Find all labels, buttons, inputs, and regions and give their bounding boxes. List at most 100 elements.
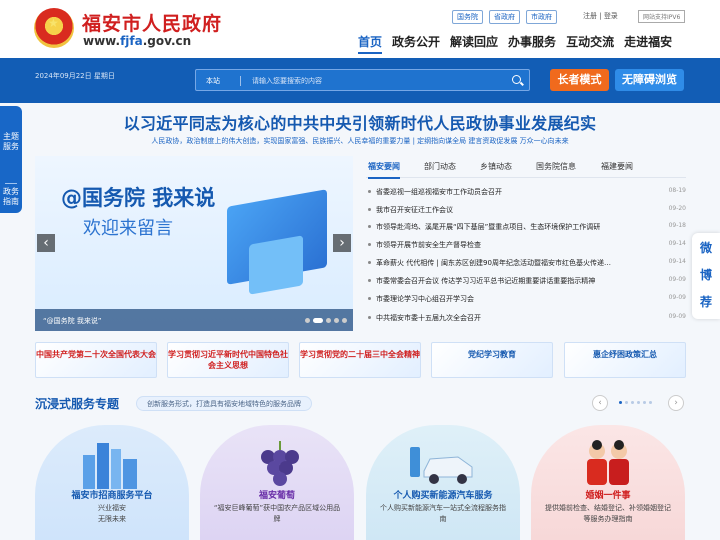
- slider-dot-active[interactable]: [313, 318, 323, 323]
- nav-home[interactable]: 首页: [358, 33, 383, 54]
- news-item[interactable]: 市委理论学习中心组召开学习会 09-09: [366, 291, 686, 308]
- topic-card-xi-thought[interactable]: 学习贯彻习近平新时代中国特色社会主义思想: [167, 342, 289, 378]
- pager-dot-active[interactable]: [619, 401, 622, 404]
- pager-dot[interactable]: [649, 401, 652, 404]
- slide-caption[interactable]: “@国务院 我来说”: [43, 316, 101, 326]
- headline[interactable]: 以习近平同志为核心的中共中央引领新时代人民政协事业发展纪实: [0, 110, 720, 134]
- news-date: 09-09: [668, 313, 686, 320]
- news-date: 08-19: [668, 187, 686, 194]
- news-title[interactable]: 市领导开展节前安全生产督导检查: [376, 240, 658, 250]
- news-title[interactable]: 市委常委会召开会议 传达学习习近平总书记近期重要讲话重要指示精神: [376, 276, 658, 286]
- site-title[interactable]: 福安市人民政府: [82, 9, 222, 36]
- slider-next-button[interactable]: ›: [333, 234, 351, 252]
- news-slider[interactable]: @国务院 我来说 欢迎来留言 ‹ › “@国务院 我来说”: [35, 156, 353, 331]
- nav-interaction[interactable]: 互动交流: [566, 33, 614, 54]
- pager-dot[interactable]: [643, 401, 646, 404]
- news-date: 09-09: [668, 294, 686, 301]
- news-item[interactable]: 我市召开安征迁工作会议 09-20: [366, 202, 686, 219]
- topic-card-party-discipline[interactable]: 党纪学习教育: [431, 342, 553, 378]
- tab-town-news[interactable]: 乡镇动态: [480, 161, 512, 172]
- news-title[interactable]: 中共福安市委十五届九次全会召开: [376, 313, 658, 323]
- service-card-marriage[interactable]: 婚姻一件事 提供婚前检查、结婚登记、补领婚姻登记等服务办理指南: [531, 425, 685, 540]
- news-title[interactable]: 我市召开安征迁工作会议: [376, 205, 658, 215]
- link-province-gov[interactable]: 省政府: [489, 10, 520, 24]
- slider-dot[interactable]: [334, 318, 339, 323]
- tab-dept-news[interactable]: 部门动态: [424, 161, 456, 172]
- tab-fuan-news[interactable]: 福安要闻: [368, 161, 400, 179]
- search-box[interactable]: 本站 请输入您要搜索的内容: [195, 69, 530, 91]
- tab-fujian-news[interactable]: 福建要闻: [601, 161, 633, 172]
- subheadline[interactable]: 人民政协，政治制度上的伟大创造，实现国家富强、民族振兴、人民幸福的重要力量 | …: [0, 136, 720, 146]
- service-desc: 提供婚前检查、结婚登记、补领婚姻登记等服务办理指南: [545, 504, 671, 523]
- slide-title: @国务院 我来说: [61, 186, 216, 210]
- wechat-icon[interactable]: 微: [697, 239, 715, 257]
- news-title[interactable]: 革命薪火 代代相传 | 闽东苏区创建90周年纪念活动暨福安市红色基火传递…: [376, 258, 658, 268]
- slider-dot[interactable]: [326, 318, 331, 323]
- weibo-icon[interactable]: 博: [697, 266, 715, 284]
- url-main: fjfa: [120, 34, 143, 48]
- services-section-title: 沉浸式服务专题: [35, 397, 120, 411]
- gov-guide-link[interactable]: 政务指南: [3, 187, 19, 207]
- topic-card-third-plenum[interactable]: 学习贯彻党的二十届三中全会精神: [299, 342, 421, 378]
- service-card-investment[interactable]: 福安市招商服务平台 兴业福安 无限未来: [35, 425, 189, 540]
- news-date: 09-14: [668, 258, 686, 265]
- search-scope-select[interactable]: 本站: [206, 76, 220, 86]
- slider-dot[interactable]: [342, 318, 347, 323]
- news-tabs: 福安要闻 部门动态 乡镇动态 国务院信息 福建要闻: [366, 156, 686, 179]
- services-next-button[interactable]: ›: [668, 395, 684, 411]
- topic-card-20th-congress[interactable]: 中国共产党第二十次全国代表大会: [35, 342, 157, 378]
- national-emblem-logo[interactable]: [34, 8, 74, 48]
- service-name: 福安葡萄: [258, 491, 295, 501]
- current-date: 2024年09月22日 星期日: [35, 72, 115, 80]
- service-card-ev[interactable]: 个人购买新能源汽车服务 个人购买新能源汽车一站式全流程服务指南: [366, 425, 520, 540]
- nav-about-fuan[interactable]: 走进福安: [624, 33, 672, 54]
- slide-subtitle: 欢迎来留言: [83, 218, 173, 239]
- recommend-icon[interactable]: 荐: [697, 293, 715, 311]
- news-title[interactable]: 市委理论学习中心组召开学习会: [376, 294, 658, 304]
- news-item[interactable]: 中共福安市委十五届九次全会召开 09-09: [366, 310, 686, 327]
- search-input[interactable]: 请输入您要搜索的内容: [252, 76, 322, 86]
- service-desc: 个人购买新能源汽车一站式全流程服务指南: [380, 504, 506, 523]
- ev-car-icon: [410, 447, 473, 484]
- service-desc: “福安巨峰葡萄”获中国农产品区域公用品牌: [213, 504, 341, 523]
- service-card-grape[interactable]: 福安葡萄 “福安巨峰葡萄”获中国农产品区域公用品牌: [200, 425, 354, 540]
- news-item[interactable]: 市领导赴湾坞、溪尾开展“四下基层”暨重点项目、生态环境保护工作调研 09-18: [366, 219, 686, 236]
- topic-card-enterprise-policy[interactable]: 惠企纾困政策汇总: [564, 342, 686, 378]
- slider-dot[interactable]: [305, 318, 310, 323]
- login-link[interactable]: 登录: [604, 12, 618, 20]
- register-link[interactable]: 注册: [583, 12, 597, 20]
- news-date: 09-20: [668, 205, 686, 212]
- right-float-menu: 微 博 荐: [692, 233, 720, 319]
- pager-dot[interactable]: [637, 401, 640, 404]
- pager-dot[interactable]: [631, 401, 634, 404]
- news-panel: 福安要闻 部门动态 乡镇动态 国务院信息 福建要闻 省委巡视一组巡视福安市工作动…: [366, 156, 686, 331]
- news-title[interactable]: 省委巡视一组巡视福安市工作动员会召开: [376, 187, 658, 197]
- elder-mode-button[interactable]: 长者模式: [550, 69, 609, 91]
- pager-dot[interactable]: [625, 401, 628, 404]
- news-item[interactable]: 市领导开展节前安全生产督导检查 09-14: [366, 237, 686, 254]
- couple-icon: [587, 440, 629, 485]
- float-divider: [5, 183, 17, 184]
- slider-prev-button[interactable]: ‹: [37, 234, 55, 252]
- news-title[interactable]: 市领导赴湾坞、溪尾开展“四下基层”暨重点项目、生态环境保护工作调研: [376, 222, 658, 232]
- service-desc: 兴业福安 无限未来: [98, 504, 126, 523]
- url-prefix: www.: [83, 34, 121, 48]
- nav-interpretation[interactable]: 解读回应: [450, 33, 498, 54]
- nav-gov-affairs[interactable]: 政务公开: [392, 33, 440, 54]
- services-dots: [619, 401, 652, 404]
- service-name: 婚姻一件事: [585, 491, 631, 501]
- services-prev-button[interactable]: ‹: [592, 395, 608, 411]
- search-icon[interactable]: [512, 75, 521, 84]
- service-name: 福安市招商服务平台: [71, 491, 153, 501]
- link-state-council[interactable]: 国务院: [452, 10, 483, 24]
- link-city-gov[interactable]: 市政府: [526, 10, 557, 24]
- news-item[interactable]: 省委巡视一组巡视福安市工作动员会召开 08-19: [366, 184, 686, 201]
- url-suffix: .gov.cn: [142, 34, 192, 48]
- tab-state-council-info[interactable]: 国务院信息: [536, 161, 576, 172]
- news-item[interactable]: 市委常委会召开会议 传达学习习近平总书记近期重要讲话重要指示精神 09-09: [366, 273, 686, 290]
- nav-services[interactable]: 办事服务: [508, 33, 556, 54]
- news-item[interactable]: 革命薪火 代代相传 | 闽东苏区创建90周年纪念活动暨福安市红色基火传递… 09-…: [366, 255, 686, 272]
- accessible-browse-button[interactable]: 无障碍浏览: [615, 69, 684, 91]
- search-divider: [240, 76, 241, 86]
- account-links: 注册 | 登录: [583, 12, 618, 20]
